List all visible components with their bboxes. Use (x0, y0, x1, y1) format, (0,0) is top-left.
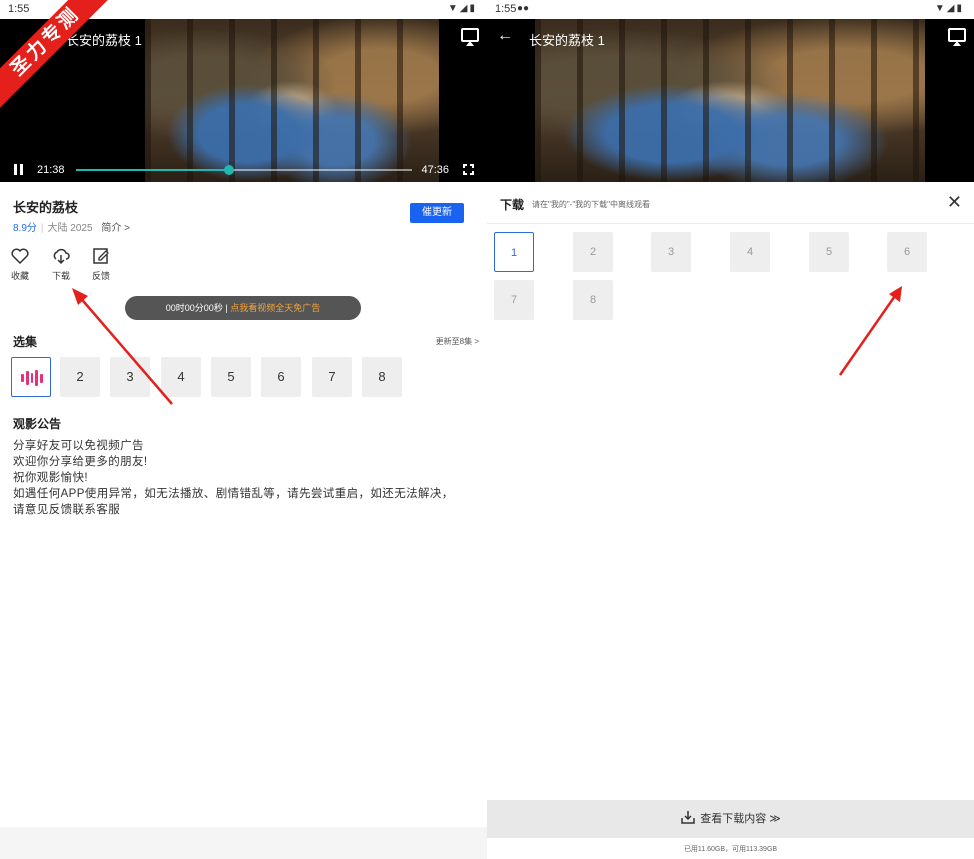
favorite-label: 收藏 (10, 271, 29, 281)
download-episode-item[interactable]: 4 (730, 232, 770, 272)
status-time: 1:55 (495, 3, 517, 15)
download-episode-item[interactable]: 1 (494, 232, 534, 272)
fullscreen-icon[interactable] (462, 163, 477, 178)
status-bar: 1:55 ●● ▼◢▮ (487, 0, 974, 19)
episode-item[interactable]: 8 (362, 357, 402, 397)
notice-line: 欢迎你分享给更多的朋友! (13, 456, 148, 468)
close-icon[interactable]: ✕ (947, 192, 962, 213)
download-episode-item[interactable]: 5 (809, 232, 849, 272)
video-title: 长安的荔枝 1 (529, 33, 605, 48)
progress-bar[interactable] (76, 165, 412, 175)
toast-separator: | (225, 303, 228, 313)
download-episode-item[interactable]: 8 (573, 280, 613, 320)
download-episode-item[interactable]: 6 (887, 232, 927, 272)
view-downloads-button[interactable]: 查看下载内容 ≫ (487, 800, 974, 838)
download-title: 下载 (500, 198, 525, 212)
notice-line: 分享好友可以免视频广告 (13, 440, 144, 452)
divider (487, 223, 974, 224)
video-title: 长安的荔枝 1 (66, 33, 142, 48)
favorite-button[interactable]: 收藏 (5, 247, 35, 282)
show-meta: 8.9分 | 大陆 2025 简介 > (13, 223, 130, 234)
bottom-bar (0, 827, 487, 859)
cast-icon[interactable] (948, 28, 966, 46)
download-tray-icon (681, 811, 695, 824)
feedback-button[interactable]: 反馈 (86, 247, 116, 282)
show-year: 2025 (70, 223, 93, 234)
view-downloads-label: 查看下载内容 ≫ (700, 813, 781, 825)
player-controls: 21:38 47:36 (0, 158, 487, 182)
episode-1-playing[interactable] (11, 357, 51, 397)
download-label: 下载 (51, 271, 70, 281)
pause-icon[interactable] (14, 164, 23, 175)
episode-item[interactable]: 7 (312, 357, 352, 397)
current-time: 21:38 (37, 164, 65, 176)
notice-line: 祝你观影愉快! (13, 472, 88, 484)
notice-body: 分享好友可以免视频广告 欢迎你分享给更多的朋友! 祝你观影愉快! 如遇任何APP… (13, 438, 458, 518)
download-episode-item[interactable]: 7 (494, 280, 534, 320)
feedback-label: 反馈 (91, 271, 110, 281)
back-arrow-icon[interactable]: ← (497, 27, 513, 45)
urge-update-button[interactable]: 催更新 (410, 203, 464, 223)
download-episode-item[interactable]: 3 (651, 232, 691, 272)
download-hint: 请在"我的"-"我的下载"中离线观看 (532, 200, 651, 209)
progress-handle[interactable] (223, 165, 234, 175)
episode-item[interactable]: 2 (60, 357, 100, 397)
episode-item[interactable]: 3 (110, 357, 150, 397)
episodes-title: 选集 (13, 335, 38, 349)
cloud-download-icon (53, 248, 70, 265)
left-screen: 1:55 ▼◢▮ 长安的荔枝 1 21:38 47:36 长安的荔枝 8.9分 |… (0, 0, 487, 859)
playing-bars-icon (21, 370, 43, 386)
show-region: 大陆 (47, 223, 68, 234)
episodes-more-link[interactable]: 更新至8集 > (436, 336, 479, 347)
cast-icon[interactable] (461, 28, 479, 46)
gamepad-icon: ●● (517, 3, 530, 14)
heart-icon (11, 248, 29, 265)
download-button[interactable]: 下载 (46, 247, 76, 282)
system-icons: ▼◢▮ (447, 3, 477, 14)
video-player[interactable]: 长安的荔枝 1 21:38 47:36 (0, 19, 487, 182)
episode-item[interactable]: 6 (261, 357, 301, 397)
download-episode-item[interactable]: 2 (573, 232, 613, 272)
total-time: 47:36 (421, 164, 449, 176)
status-time: 1:55 (8, 3, 30, 15)
episode-item[interactable]: 5 (211, 357, 251, 397)
edit-icon (93, 248, 109, 264)
progress-fill (76, 169, 229, 171)
storage-info: 已用11.60GB，可用113.39GB (683, 846, 778, 853)
rating-score: 8.9分 (13, 223, 37, 234)
show-title: 长安的荔枝 (13, 200, 79, 215)
ad-free-toast[interactable]: 00时00分00秒 | 点我看视频全天免广告 (125, 296, 361, 320)
ad-free-link[interactable]: 点我看视频全天免广告 (230, 303, 320, 313)
notice-title: 观影公告 (13, 417, 62, 431)
toast-timer: 00时00分00秒 (165, 303, 223, 313)
episode-item[interactable]: 4 (161, 357, 201, 397)
right-screen: 1:55 ●● ▼◢▮ ← 长安的荔枝 1 下载 请在"我的"-"我的下载"中离… (487, 0, 974, 859)
intro-link[interactable]: 简介 > (101, 223, 130, 234)
video-player[interactable]: ← 长安的荔枝 1 (487, 19, 974, 182)
system-icons: ▼◢▮ (934, 3, 964, 14)
notice-line: 如遇任何APP使用异常，如无法播放、剧情错乱等，请先尝试重启，如还无法解决，请意… (13, 488, 454, 516)
